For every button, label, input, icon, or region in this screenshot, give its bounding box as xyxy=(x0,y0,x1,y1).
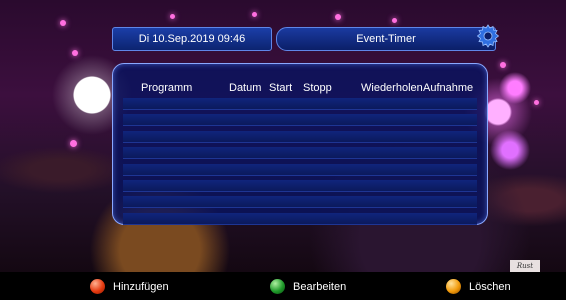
delete-button-label: Löschen xyxy=(469,280,511,293)
timer-row[interactable] xyxy=(123,179,477,192)
timer-row[interactable] xyxy=(123,163,477,176)
add-button[interactable]: Hinzufügen xyxy=(90,279,169,294)
column-header-stopp: Stopp xyxy=(303,82,332,94)
column-header-start: Start xyxy=(269,82,293,94)
column-header-wiederholen: Wiederholen xyxy=(361,82,423,94)
background-light xyxy=(60,20,66,26)
datetime-text: Di 10.Sep.2019 09:46 xyxy=(138,33,246,45)
timer-rows xyxy=(123,98,477,229)
screen-title-bar: Event-Timer xyxy=(276,27,496,51)
add-button-label: Hinzufügen xyxy=(113,280,169,293)
edit-button[interactable]: Bearbeiten xyxy=(270,279,346,294)
background-light xyxy=(252,12,257,17)
screen-title: Event-Timer xyxy=(356,33,416,45)
column-header-datum: Datum xyxy=(229,82,262,94)
timer-row[interactable] xyxy=(123,196,477,209)
red-button-icon xyxy=(90,279,105,294)
background-light xyxy=(72,50,78,56)
background-light xyxy=(70,140,77,147)
footer-bar: Hinzufügen Bearbeiten Löschen xyxy=(0,272,566,300)
orange-button-icon xyxy=(446,279,461,294)
background-light xyxy=(534,100,539,105)
timer-list-panel: Programm Datum Start Stopp Wiederholen A… xyxy=(112,63,488,225)
column-headers: Programm Datum Start Stopp Wiederholen A… xyxy=(113,82,487,96)
column-header-programm: Programm xyxy=(141,82,193,94)
timer-row[interactable] xyxy=(123,114,477,127)
column-header-aufnahme: Aufnahme xyxy=(423,82,474,94)
background-light xyxy=(335,14,341,20)
corner-label: Rust xyxy=(510,260,540,272)
green-button-icon xyxy=(270,279,285,294)
timer-row[interactable] xyxy=(123,98,477,110)
background-light xyxy=(170,14,175,19)
timer-row[interactable] xyxy=(123,130,477,143)
delete-button[interactable]: Löschen xyxy=(446,279,511,294)
timer-row[interactable] xyxy=(123,147,477,160)
edit-button-label: Bearbeiten xyxy=(293,280,347,293)
timer-row[interactable] xyxy=(123,212,477,225)
background-light xyxy=(392,18,397,23)
gear-icon xyxy=(474,22,502,50)
background-light xyxy=(500,62,506,68)
datetime-display: Di 10.Sep.2019 09:46 xyxy=(112,27,272,51)
